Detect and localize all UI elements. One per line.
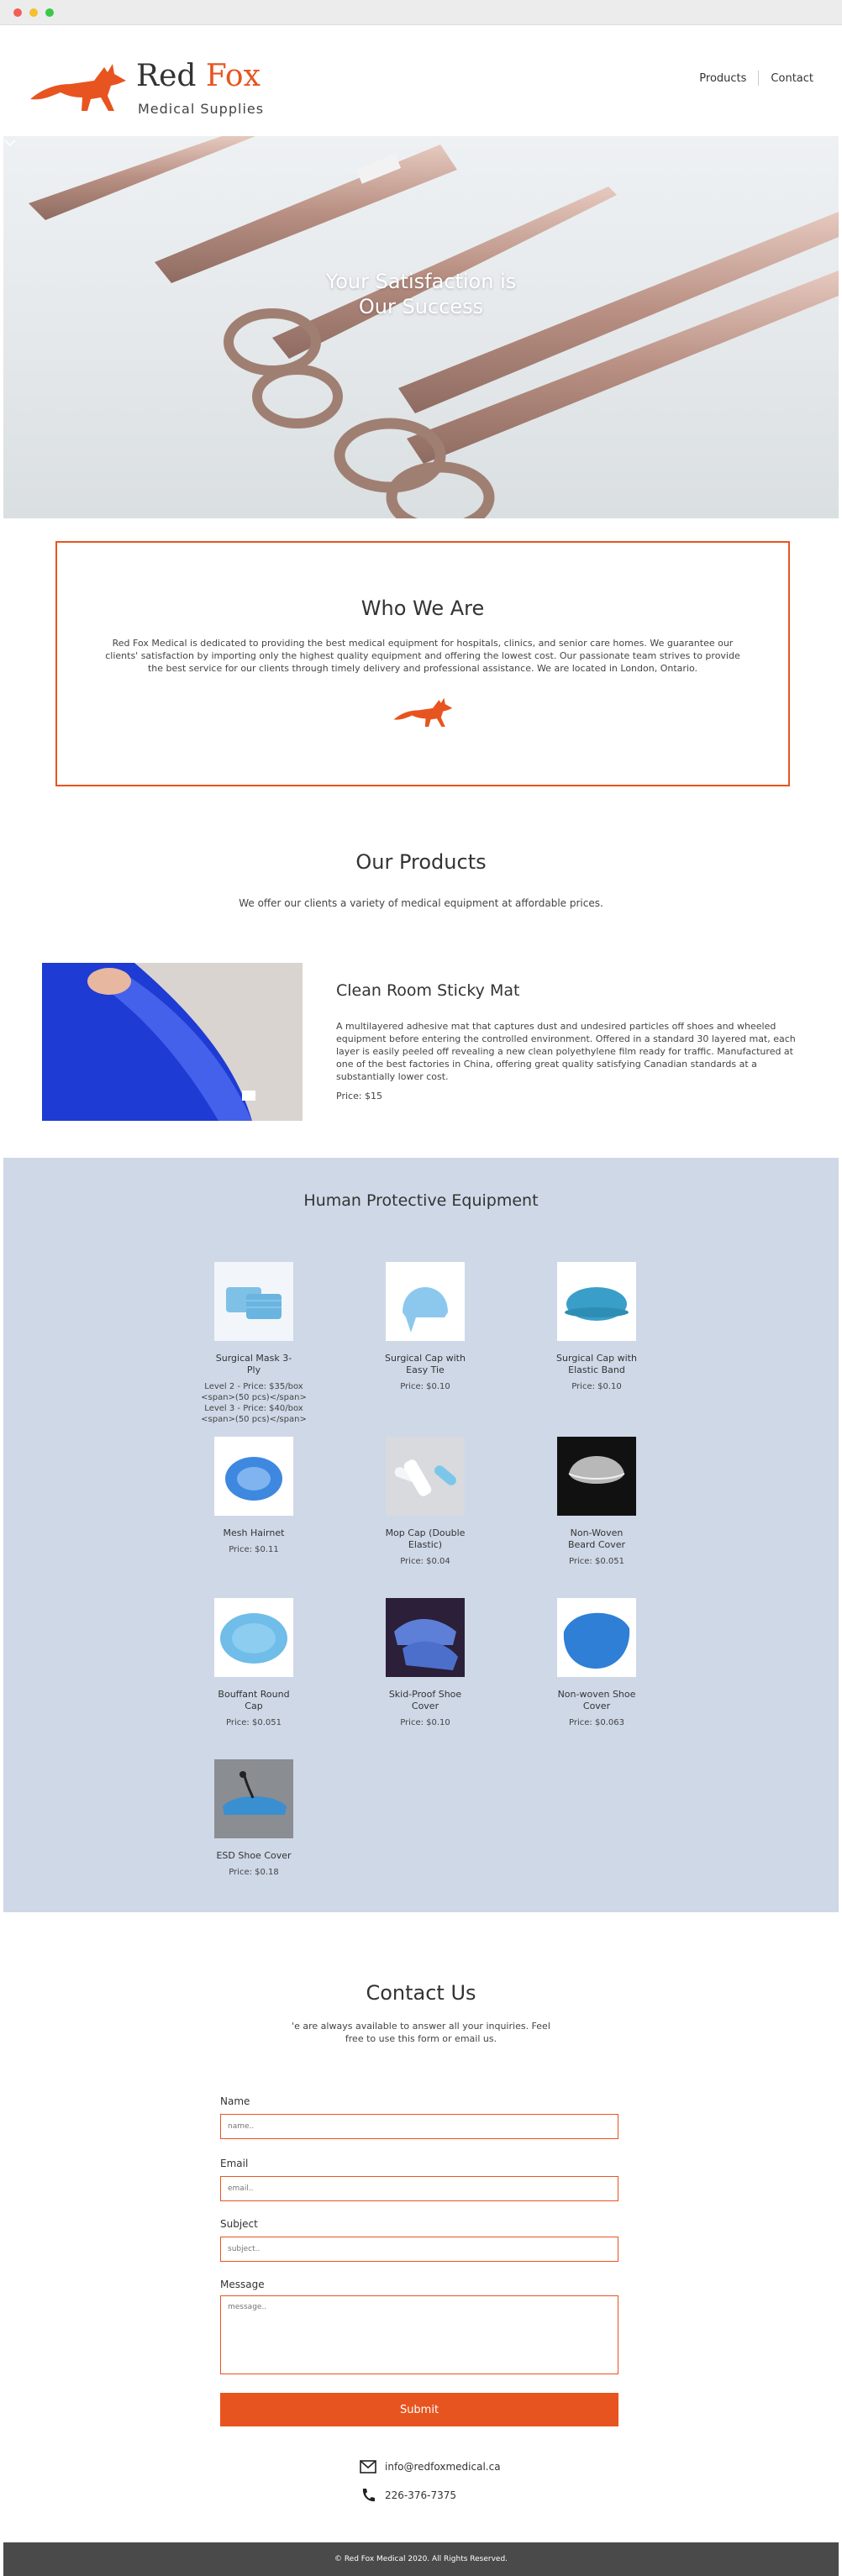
sticky-mat-image	[42, 963, 303, 1121]
products-title: Our Products	[355, 850, 487, 874]
surgical-cap-elastic-image	[557, 1262, 636, 1341]
who-we-are-text: Red Fox Medical is dedicated to providin…	[105, 638, 740, 674]
hero-title-line2: Our Success	[358, 295, 484, 318]
contact-phone[interactable]: 226-376-7375	[360, 2487, 456, 2504]
ppe-section: Human Protective Equipment Surgical Mask…	[3, 1158, 839, 1912]
site-footer: © Red Fox Medical 2020. All Rights Reser…	[3, 2542, 839, 2576]
page: Red Fox Medical Supplies Products Contac…	[3, 25, 839, 2576]
ppe-item-price: Price: $0.11	[229, 1545, 279, 1554]
non-woven-shoe-cover-image	[557, 1598, 636, 1677]
contact-email[interactable]: info@redfoxmedical.ca	[360, 2460, 501, 2473]
hero-title: Your Satisfaction is Our Success	[3, 269, 839, 319]
email-label: Email	[220, 2158, 249, 2169]
subject-label: Subject	[220, 2218, 258, 2230]
footer-copyright: © Red Fox Medical 2020. All Rights Reser…	[334, 2555, 508, 2563]
brand-name-part1: Red	[136, 59, 197, 93]
ppe-item-name: Skid-Proof Shoe Cover	[388, 1689, 462, 1711]
ppe-item[interactable]: Bouffant Round Cap Price: $0.051	[187, 1598, 321, 1728]
ppe-item[interactable]: Surgical Cap with Easy Tie Price: $0.10	[358, 1262, 492, 1392]
phone-icon	[362, 2489, 375, 2502]
ppe-item-name: Non-Woven Beard Cover	[567, 1527, 626, 1550]
submit-button[interactable]: Submit	[220, 2393, 618, 2426]
contact-intro: 'e are always available to answer all yo…	[292, 2021, 550, 2044]
logo[interactable]: Red Fox Medical Supplies	[27, 55, 279, 123]
ppe-title: Human Protective Equipment	[303, 1191, 539, 1210]
ppe-item-name: Mesh Hairnet	[223, 1527, 285, 1538]
ppe-item-price: Price: $0.10	[571, 1382, 622, 1391]
name-input[interactable]	[220, 2114, 618, 2139]
brand-name-part2: Fox	[205, 59, 260, 93]
ppe-item-price: Level 3 - Price: $40/box <span>(50 pcs)<…	[201, 1404, 307, 1424]
contact-phone-text[interactable]: 226-376-7375	[385, 2489, 456, 2501]
ppe-item-name: Surgical Cap with Elastic Band	[556, 1353, 637, 1375]
ppe-item-price: Price: $0.04	[400, 1557, 450, 1566]
message-label: Message	[220, 2279, 265, 2290]
ppe-item-price: Price: $0.18	[229, 1868, 279, 1877]
hero-banner: Your Satisfaction is Our Success	[3, 136, 839, 518]
fox-icon	[393, 697, 453, 727]
ppe-item-name: Bouffant Round Cap	[218, 1689, 290, 1711]
ppe-item-name: Surgical Mask 3-Ply	[215, 1353, 292, 1375]
mop-cap-image	[386, 1437, 465, 1516]
ppe-item[interactable]: Mesh Hairnet Price: $0.11	[187, 1437, 321, 1555]
ppe-item[interactable]: ESD Shoe Cover Price: $0.18	[187, 1759, 321, 1878]
nav-divider	[758, 71, 760, 86]
mesh-hairnet-image	[214, 1437, 293, 1516]
ppe-item-price: Level 2 - Price: $35/box <span>(50 pcs)<…	[201, 1382, 307, 1402]
ppe-item[interactable]: Mop Cap (Double Elastic) Price: $0.04	[358, 1437, 492, 1567]
minimize-window-dot[interactable]	[29, 8, 38, 17]
browser-chrome	[0, 0, 842, 25]
message-textarea[interactable]	[220, 2295, 618, 2374]
esd-shoe-cover-image	[214, 1759, 293, 1838]
brand-tagline: Medical Supplies	[138, 101, 265, 117]
surgical-mask-image	[214, 1262, 293, 1341]
products-intro: We offer our clients a variety of medica…	[239, 897, 603, 909]
contact-title: Contact Us	[366, 1981, 476, 2005]
main-nav: Products Contact	[699, 71, 813, 86]
ppe-item-price: Price: $0.10	[400, 1718, 450, 1727]
chevron-down-icon[interactable]	[3, 136, 17, 150]
subject-input[interactable]	[220, 2237, 618, 2262]
featured-product-description: A multilayered adhesive mat that capture…	[336, 1021, 796, 1082]
name-label: Name	[220, 2095, 250, 2107]
maximize-window-dot[interactable]	[45, 8, 54, 17]
ppe-item-price: Price: $0.10	[400, 1382, 450, 1391]
who-we-are-section: Who We Are Red Fox Medical is dedicated …	[55, 541, 790, 786]
who-we-are-title: Who We Are	[360, 597, 485, 620]
ppe-item-price: Price: $0.051	[226, 1718, 282, 1727]
featured-product-name: Clean Room Sticky Mat	[336, 981, 520, 1000]
ppe-item-name: ESD Shoe Cover	[216, 1850, 292, 1861]
ppe-item[interactable]: Skid-Proof Shoe Cover Price: $0.10	[358, 1598, 492, 1728]
site-header: Red Fox Medical Supplies Products Contac…	[3, 25, 839, 136]
skid-proof-shoe-cover-image	[386, 1598, 465, 1677]
contact-email-text[interactable]: info@redfoxmedical.ca	[385, 2461, 501, 2473]
featured-product-price: Price: $15	[336, 1091, 383, 1101]
nav-item-products[interactable]: Products	[699, 72, 746, 85]
ppe-item-name: Surgical Cap with Easy Tie	[385, 1353, 466, 1375]
surgical-cap-tie-image	[386, 1262, 465, 1341]
close-window-dot[interactable]	[13, 8, 22, 17]
ppe-item[interactable]: Surgical Mask 3-Ply Level 2 - Price: $35…	[187, 1262, 321, 1425]
beard-cover-image	[557, 1437, 636, 1516]
fox-logo-icon	[30, 64, 126, 111]
email-input[interactable]	[220, 2176, 618, 2201]
nav-item-contact[interactable]: Contact	[771, 72, 813, 85]
ppe-item[interactable]: Non-Woven Beard Cover Price: $0.051	[529, 1437, 664, 1567]
brand-name: Red Fox	[136, 59, 260, 93]
ppe-item-name: Non-woven Shoe Cover	[557, 1689, 636, 1711]
ppe-item-name: Mop Cap (Double Elastic)	[385, 1527, 466, 1550]
ppe-item[interactable]: Surgical Cap with Elastic Band Price: $0…	[529, 1262, 664, 1392]
ppe-item-price: Price: $0.063	[569, 1718, 624, 1727]
hero-title-line1: Your Satisfaction is	[325, 270, 517, 293]
bouffant-cap-image	[214, 1598, 293, 1677]
ppe-item[interactable]: Non-woven Shoe Cover Price: $0.063	[529, 1598, 664, 1728]
sticky-mat-illustration	[42, 963, 303, 1121]
envelope-icon	[360, 2460, 376, 2473]
surgical-scissors-image	[29, 136, 839, 518]
ppe-item-price: Price: $0.051	[569, 1557, 624, 1566]
